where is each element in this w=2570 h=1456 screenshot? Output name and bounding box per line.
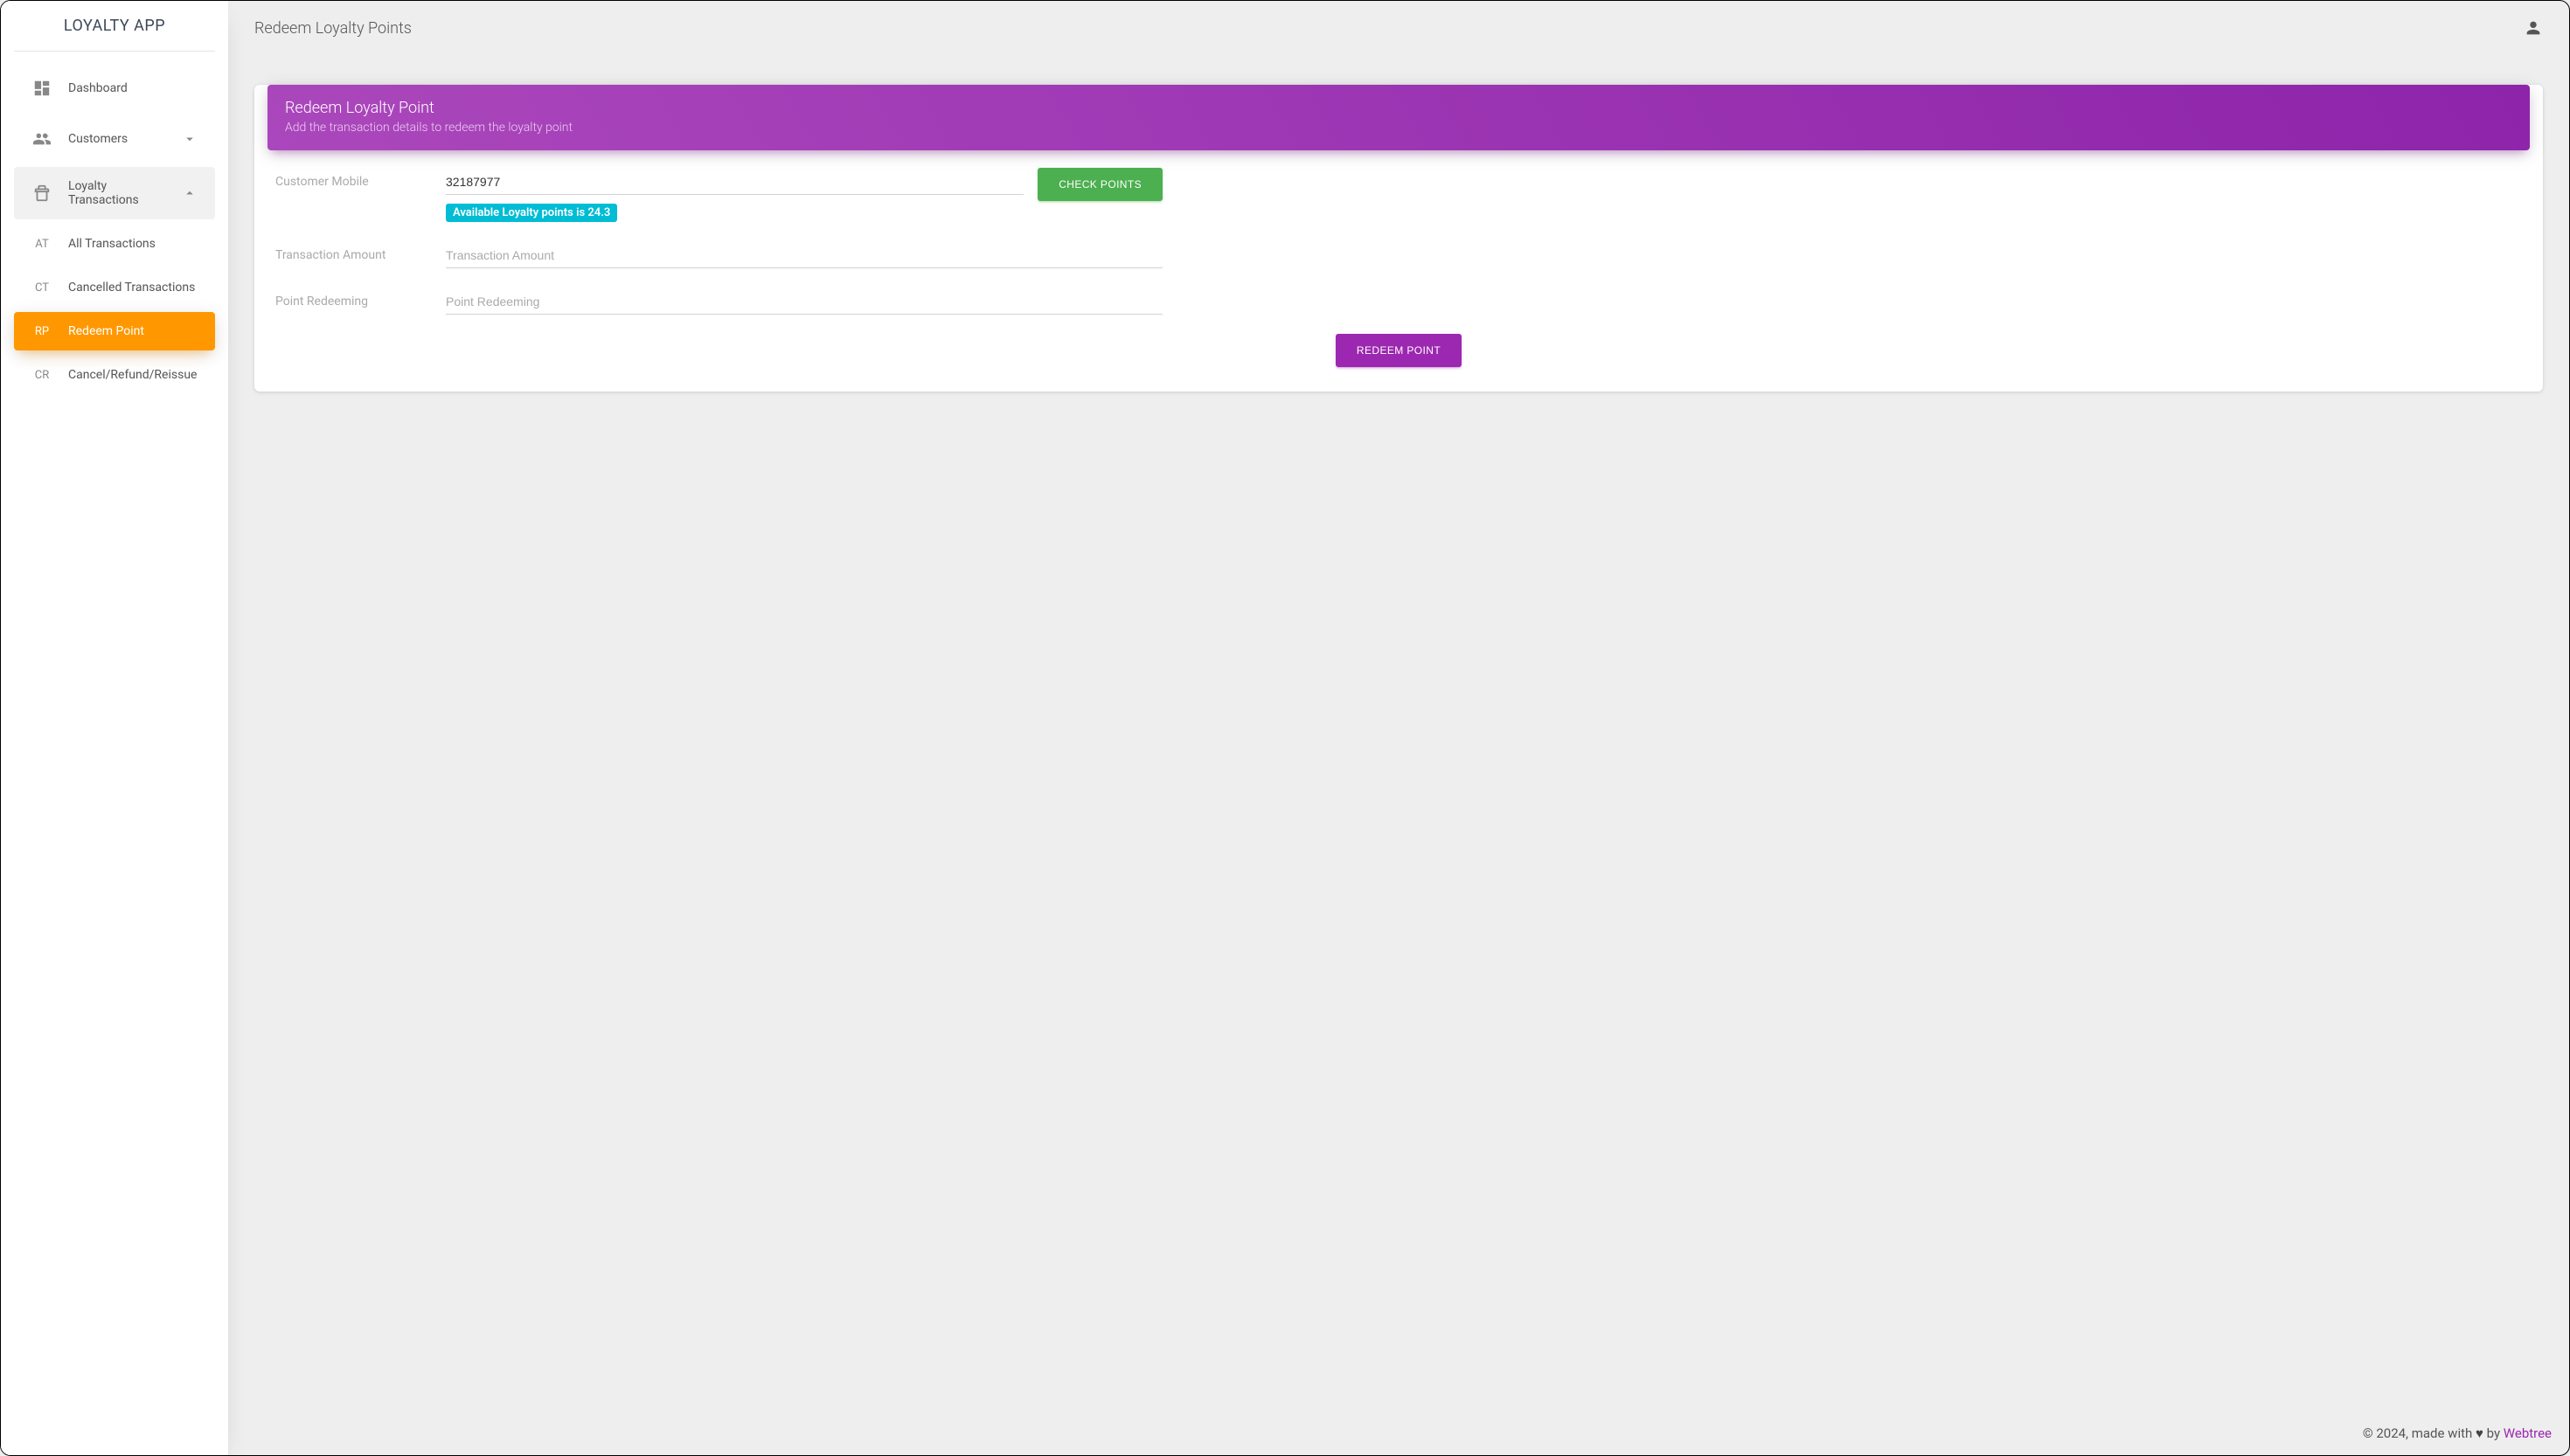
main: Redeem Loyalty Points Redeem Loyalty Poi… — [228, 1, 2569, 1455]
heart-icon: ♥ — [2476, 1425, 2483, 1441]
sidebar-subnav-loyalty: AT All Transactions CT Cancelled Transac… — [1, 225, 228, 394]
customers-icon — [31, 128, 52, 149]
check-points-button[interactable]: Check Points — [1038, 168, 1163, 201]
sidebar-item-customers[interactable]: Customers — [14, 116, 215, 162]
transaction-amount-input[interactable] — [446, 241, 1163, 268]
sidebar-item-abbr: CT — [31, 281, 52, 295]
sidebar-item-abbr: CR — [31, 369, 52, 382]
available-points-badge: Available Loyalty points is 24.3 — [446, 204, 617, 222]
sidebar-item-dashboard[interactable]: Dashboard — [14, 66, 215, 111]
sidebar-item-label: All Transactions — [68, 237, 156, 251]
footer-by: by — [2483, 1425, 2504, 1441]
card-body: Customer Mobile Available Loyalty points… — [254, 150, 2543, 392]
redeem-card: Redeem Loyalty Point Add the transaction… — [254, 85, 2543, 392]
account-icon[interactable] — [2524, 18, 2543, 38]
sidebar-item-label: Dashboard — [68, 81, 198, 95]
topbar: Redeem Loyalty Points — [228, 1, 2569, 45]
sidebar: LOYALTY APP Dashboard Customers — [1, 1, 228, 1455]
card-header: Redeem Loyalty Point Add the transaction… — [267, 85, 2530, 150]
sidebar-item-abbr: RP — [31, 325, 52, 338]
sidebar-item-redeem-point[interactable]: RP Redeem Point — [14, 312, 215, 350]
sidebar-item-label: Cancelled Transactions — [68, 281, 195, 295]
sidebar-item-all-transactions[interactable]: AT All Transactions — [14, 225, 215, 263]
label-transaction-amount: Transaction Amount — [275, 241, 428, 262]
row-customer-mobile: Customer Mobile Available Loyalty points… — [275, 168, 2522, 222]
content: Redeem Loyalty Point Add the transaction… — [228, 45, 2569, 426]
footer: © 2024, made with ♥ by Webtree — [228, 1418, 2569, 1448]
label-point-redeeming: Point Redeeming — [275, 288, 428, 309]
row-point-redeeming: Point Redeeming — [275, 288, 2522, 315]
sidebar-item-label: Customers — [68, 132, 166, 146]
sidebar-item-cancel-refund-reissue[interactable]: CR Cancel/Refund/Reissue — [14, 356, 215, 394]
customer-mobile-input[interactable] — [446, 168, 1024, 195]
sidebar-item-label: Redeem Point — [68, 324, 144, 338]
card-title: Redeem Loyalty Point — [285, 99, 2512, 117]
chevron-down-icon — [182, 131, 198, 147]
footer-prefix: © 2024, made with — [2363, 1425, 2476, 1441]
register-icon — [31, 183, 52, 204]
page-title: Redeem Loyalty Points — [254, 19, 412, 38]
footer-company-link[interactable]: Webtree — [2504, 1425, 2552, 1441]
sidebar-item-cancelled-transactions[interactable]: CT Cancelled Transactions — [14, 268, 215, 307]
label-customer-mobile: Customer Mobile — [275, 168, 428, 189]
sidebar-item-abbr: AT — [31, 238, 52, 251]
point-redeeming-input[interactable] — [446, 288, 1163, 315]
sidebar-item-label: Loyalty Transactions — [68, 179, 166, 207]
chevron-up-icon — [182, 185, 198, 201]
card-subtitle: Add the transaction details to redeem th… — [285, 121, 2512, 135]
redeem-point-button[interactable]: Redeem Point — [1336, 334, 1462, 367]
dashboard-icon — [31, 78, 52, 99]
row-transaction-amount: Transaction Amount — [275, 241, 2522, 268]
sidebar-item-label: Cancel/Refund/Reissue — [68, 368, 197, 382]
sidebar-nav: Dashboard Customers Loyalty Transactions — [1, 52, 228, 408]
brand-title: LOYALTY APP — [14, 1, 215, 52]
sidebar-item-loyalty-transactions[interactable]: Loyalty Transactions — [14, 167, 215, 219]
